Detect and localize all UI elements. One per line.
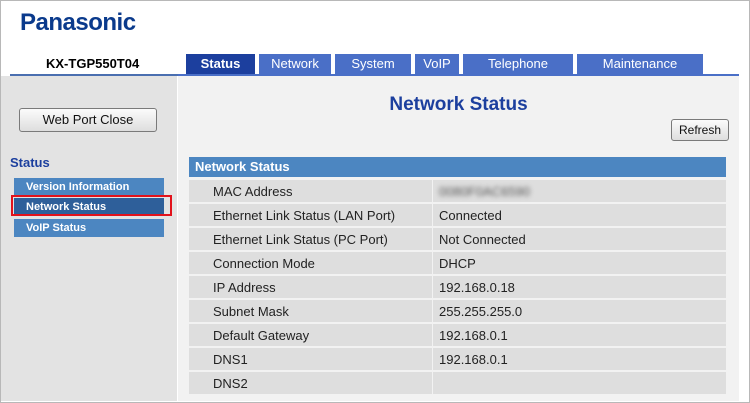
row-label: Connection Mode — [189, 252, 432, 275]
row-value: Connected — [433, 204, 726, 227]
tab-maintenance[interactable]: Maintenance — [577, 54, 703, 74]
tab-system[interactable]: System — [335, 54, 411, 74]
row-value: 192.168.0.1 — [433, 348, 726, 371]
row-value — [433, 372, 726, 395]
table-row: DNS1 192.168.0.1 — [189, 348, 726, 372]
table-row: Default Gateway 192.168.0.1 — [189, 324, 726, 348]
row-value: 192.168.0.18 — [433, 276, 726, 299]
table-row: MAC Address 0080F0AC6590 — [189, 180, 726, 204]
row-value: Not Connected — [433, 228, 726, 251]
row-label: IP Address — [189, 276, 432, 299]
top-tabs: Status Network System VoIP Telephone Mai… — [186, 54, 707, 74]
sidebar-item-version-information[interactable]: Version Information — [14, 178, 164, 196]
row-value: 192.168.0.1 — [433, 324, 726, 347]
table-row: Ethernet Link Status (LAN Port) Connecte… — [189, 204, 726, 228]
tab-status[interactable]: Status — [186, 54, 255, 74]
row-value: 0080F0AC6590 — [433, 180, 726, 203]
table-row: Ethernet Link Status (PC Port) Not Conne… — [189, 228, 726, 252]
sidebar-item-voip-status[interactable]: VoIP Status — [14, 219, 164, 237]
model-name: KX-TGP550T04 — [46, 56, 140, 71]
row-value: 255.255.255.0 — [433, 300, 726, 323]
row-label: Ethernet Link Status (PC Port) — [189, 228, 432, 251]
panasonic-logo: Panasonic — [20, 9, 136, 36]
web-port-close-button[interactable]: Web Port Close — [19, 108, 157, 132]
section-header: Network Status — [189, 157, 726, 177]
row-label: Subnet Mask — [189, 300, 432, 323]
row-label: Default Gateway — [189, 324, 432, 347]
page-title: Network Status — [389, 94, 528, 115]
tab-voip[interactable]: VoIP — [415, 54, 459, 74]
refresh-button[interactable]: Refresh — [671, 119, 729, 141]
table-row: Subnet Mask 255.255.255.0 — [189, 300, 726, 324]
row-label: DNS2 — [189, 372, 432, 395]
tab-network[interactable]: Network — [259, 54, 331, 74]
table-row: Connection Mode DHCP — [189, 252, 726, 276]
table-row: DNS2 — [189, 372, 726, 396]
row-label: MAC Address — [189, 180, 432, 203]
row-label: DNS1 — [189, 348, 432, 371]
table-row: IP Address 192.168.0.18 — [189, 276, 726, 300]
mac-address-value: 0080F0AC6590 — [439, 184, 531, 199]
tab-telephone[interactable]: Telephone — [463, 54, 573, 74]
row-label: Ethernet Link Status (LAN Port) — [189, 204, 432, 227]
sidebar-section-title: Status — [10, 155, 50, 170]
selection-highlight-box — [11, 195, 172, 216]
network-status-table: MAC Address 0080F0AC6590 Ethernet Link S… — [189, 180, 726, 396]
row-value: DHCP — [433, 252, 726, 275]
